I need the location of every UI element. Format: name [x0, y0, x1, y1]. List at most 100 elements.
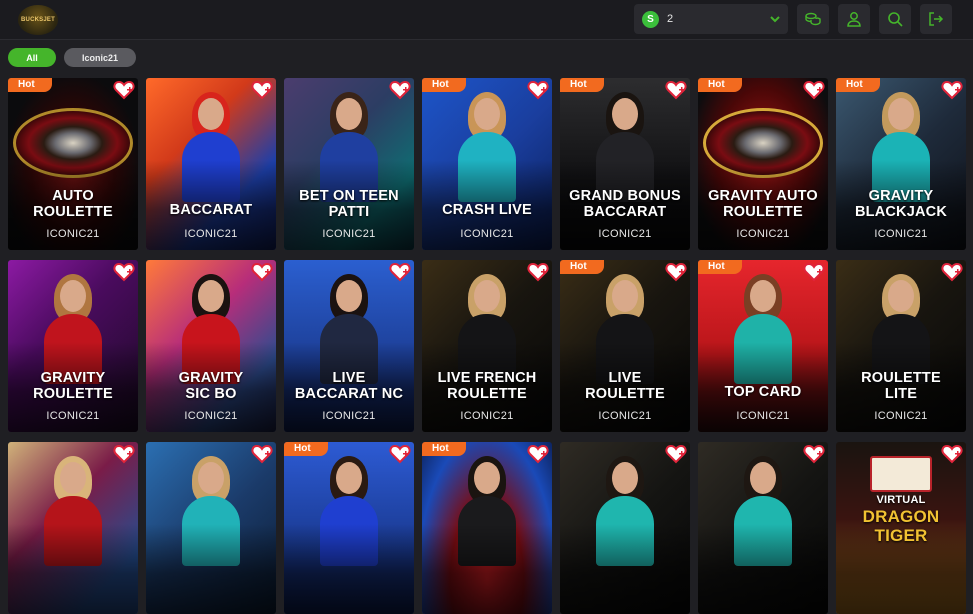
- game-title-line: BLACKJACK: [854, 204, 948, 220]
- game-card[interactable]: BET ON TEEN PATTI ICONIC21: [284, 78, 414, 250]
- game-card[interactable]: Hot AUTO ROULETTE ICONIC21: [8, 78, 138, 250]
- user-icon: [847, 12, 861, 27]
- game-card[interactable]: LIVE FRENCH ROULETTE ICONIC21: [422, 260, 552, 432]
- game-provider: ICONIC21: [598, 410, 652, 422]
- filter-chips: All Iconic21: [8, 48, 136, 67]
- hot-badge: Hot: [8, 78, 52, 92]
- game-title: GRAVITY BLACKJACK: [840, 188, 962, 220]
- game-card[interactable]: GRAVITY SIC BO ICONIC21: [146, 260, 276, 432]
- game-card[interactable]: Hot GRAVITY BLACKJACK ICONIC21: [836, 78, 966, 250]
- game-title-line: BACCARAT: [169, 202, 253, 218]
- site-logo[interactable]: BUCKSJET: [18, 5, 58, 35]
- favorite-heart-icon[interactable]: [803, 80, 825, 100]
- chevron-down-icon: [770, 16, 780, 23]
- game-card[interactable]: LIVE BACCARAT NC ICONIC21: [284, 260, 414, 432]
- favorite-heart-icon[interactable]: [113, 262, 135, 282]
- favorite-heart-icon[interactable]: [941, 444, 963, 464]
- game-title-line: PATTI: [328, 204, 370, 220]
- card-shade: [284, 524, 414, 614]
- game-title-line: LIVE: [332, 370, 366, 386]
- game-provider: ICONIC21: [184, 410, 238, 422]
- game-title: BACCARAT: [150, 202, 272, 218]
- favorite-heart-icon[interactable]: [251, 444, 273, 464]
- favorite-heart-icon[interactable]: [527, 80, 549, 100]
- favorite-heart-icon[interactable]: [941, 262, 963, 282]
- favorite-heart-icon[interactable]: [941, 80, 963, 100]
- hot-badge: Hot: [698, 78, 742, 92]
- game-provider: ICONIC21: [184, 228, 238, 240]
- game-title-line: ROULETTE: [585, 386, 665, 402]
- game-provider: ICONIC21: [460, 228, 514, 240]
- game-title-line: DRAGON: [862, 507, 940, 526]
- game-title-line: GRAVITY: [178, 370, 244, 386]
- game-title: BET ON TEEN PATTI: [288, 188, 410, 220]
- favorite-heart-icon[interactable]: [803, 262, 825, 282]
- favorite-heart-icon[interactable]: [527, 444, 549, 464]
- hot-badge: Hot: [560, 260, 604, 274]
- favorite-heart-icon[interactable]: [665, 262, 687, 282]
- game-title-line: GRAND BONUS: [569, 188, 681, 204]
- coins-button[interactable]: [797, 4, 829, 34]
- favorite-heart-icon[interactable]: [389, 444, 411, 464]
- filter-all[interactable]: All: [8, 48, 56, 67]
- top-bar: BUCKSJET S 2: [0, 0, 973, 40]
- game-card[interactable]: [560, 442, 690, 614]
- game-card[interactable]: [698, 442, 828, 614]
- hot-badge: Hot: [422, 442, 466, 456]
- game-card[interactable]: Hot: [284, 442, 414, 614]
- game-title: AUTO ROULETTE: [12, 188, 134, 220]
- hot-badge: Hot: [422, 78, 466, 92]
- game-provider: ICONIC21: [598, 228, 652, 240]
- game-title-line: TOP CARD: [724, 384, 802, 400]
- profile-button[interactable]: [838, 4, 870, 34]
- logout-icon: [929, 12, 944, 26]
- favorite-heart-icon[interactable]: [527, 262, 549, 282]
- game-card[interactable]: Hot GRAVITY AUTO ROULETTE ICONIC21: [698, 78, 828, 250]
- game-title: GRAVITY SIC BO: [150, 370, 272, 402]
- game-title: ROULETTE LITE: [840, 370, 962, 402]
- favorite-heart-icon[interactable]: [389, 262, 411, 282]
- game-title: GRAVITY AUTO ROULETTE: [702, 188, 824, 220]
- favorite-heart-icon[interactable]: [113, 80, 135, 100]
- game-card[interactable]: VIRTUAL DRAGON TIGER: [836, 442, 966, 614]
- favorite-heart-icon[interactable]: [665, 444, 687, 464]
- game-card[interactable]: GRAVITY ROULETTE ICONIC21: [8, 260, 138, 432]
- search-icon: [888, 12, 903, 27]
- currency-coin-icon: S: [642, 10, 659, 28]
- game-title-line: ROULETTE: [33, 204, 113, 220]
- game-card[interactable]: [8, 442, 138, 614]
- game-title-line: VIRTUAL: [876, 494, 926, 506]
- game-provider: ICONIC21: [460, 410, 514, 422]
- favorite-heart-icon[interactable]: [251, 80, 273, 100]
- game-card[interactable]: [146, 442, 276, 614]
- favorite-heart-icon[interactable]: [389, 80, 411, 100]
- balance-value: 2: [667, 13, 674, 25]
- game-title-line: AUTO: [52, 188, 94, 204]
- filter-iconic21[interactable]: Iconic21: [64, 48, 136, 67]
- hot-badge: Hot: [284, 442, 328, 456]
- game-card[interactable]: Hot TOP CARD ICONIC21: [698, 260, 828, 432]
- game-card[interactable]: Hot LIVE ROULETTE ICONIC21: [560, 260, 690, 432]
- game-card[interactable]: BACCARAT ICONIC21: [146, 78, 276, 250]
- balance-selector[interactable]: S 2: [634, 4, 788, 34]
- card-shade: [8, 524, 138, 614]
- game-card[interactable]: Hot GRAND BONUS BACCARAT ICONIC21: [560, 78, 690, 250]
- game-card[interactable]: Hot: [422, 442, 552, 614]
- favorite-heart-icon[interactable]: [113, 444, 135, 464]
- game-title-line: CRASH LIVE: [442, 202, 532, 218]
- favorite-heart-icon[interactable]: [665, 80, 687, 100]
- game-title-line: ROULETTE: [447, 386, 527, 402]
- game-card[interactable]: Hot CRASH LIVE ICONIC21: [422, 78, 552, 250]
- game-title-line: LIVE FRENCH: [437, 370, 537, 386]
- game-title: LIVE BACCARAT NC: [288, 370, 410, 402]
- logout-button[interactable]: [920, 4, 952, 34]
- game-title-line: BACCARAT NC: [294, 386, 404, 402]
- favorite-heart-icon[interactable]: [803, 444, 825, 464]
- search-button[interactable]: [879, 4, 911, 34]
- game-title: TOP CARD: [702, 384, 824, 400]
- game-card[interactable]: ROULETTE LITE ICONIC21: [836, 260, 966, 432]
- favorite-heart-icon[interactable]: [251, 262, 273, 282]
- coins-icon: [805, 12, 821, 26]
- game-provider: ICONIC21: [322, 228, 376, 240]
- playing-cards-image: [870, 456, 932, 492]
